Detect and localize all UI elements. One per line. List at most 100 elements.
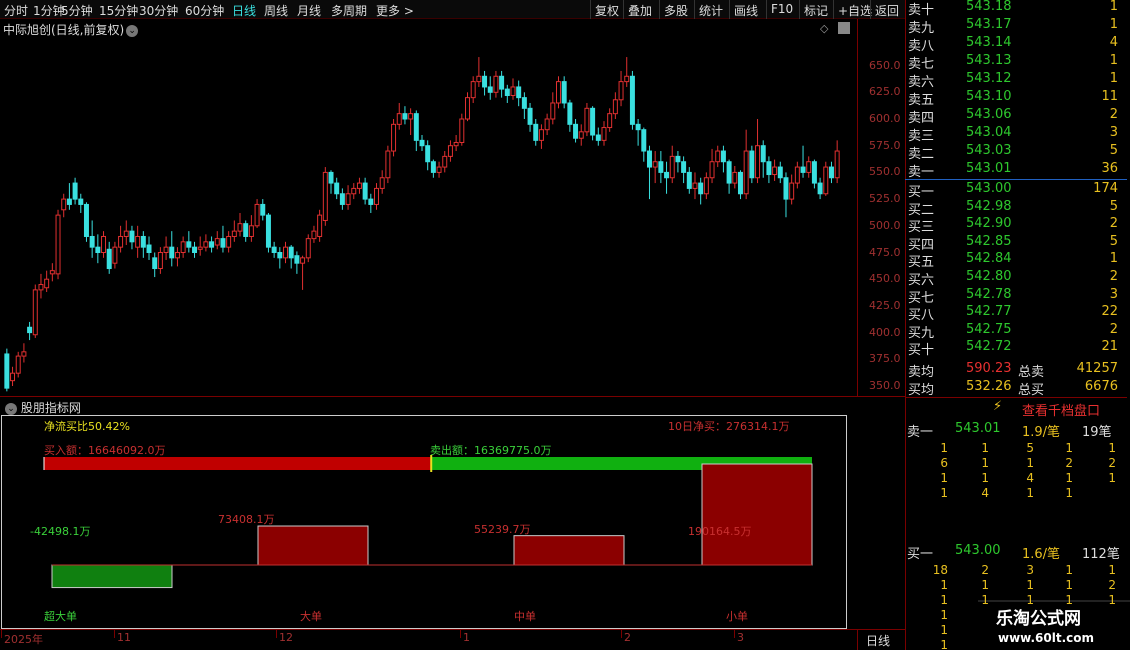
candle-body[interactable] xyxy=(174,252,180,259)
candle-body[interactable] xyxy=(789,182,795,200)
candle-body[interactable] xyxy=(499,75,505,90)
candle-body[interactable] xyxy=(152,257,158,270)
stock-title[interactable]: 中际旭创(日线,前复权) ⌄ xyxy=(3,21,139,38)
candle-body[interactable] xyxy=(118,235,124,248)
candle-body[interactable] xyxy=(305,238,311,259)
candle-body[interactable] xyxy=(379,177,385,189)
candle-body[interactable] xyxy=(465,97,470,120)
ask-row[interactable]: 卖九 543.17 1 xyxy=(908,17,1126,36)
candle-body[interactable] xyxy=(555,81,561,104)
candle-body[interactable] xyxy=(317,214,323,237)
candle-body[interactable] xyxy=(749,150,755,179)
candle-body[interactable] xyxy=(396,113,402,125)
candle-body[interactable] xyxy=(78,198,84,205)
candle-body[interactable] xyxy=(248,225,254,237)
candle-body[interactable] xyxy=(715,150,721,163)
bid-row[interactable]: 买四 542.85 5 xyxy=(908,234,1126,253)
candle-body[interactable] xyxy=(698,182,704,195)
ask-row[interactable]: 卖八 543.14 4 xyxy=(908,35,1126,54)
bid-row[interactable]: 买三 542.90 2 xyxy=(908,216,1126,235)
bid-row[interactable]: 买七 542.78 3 xyxy=(908,287,1126,306)
candle-body[interactable] xyxy=(646,150,652,168)
candle-body[interactable] xyxy=(681,161,687,173)
toolbar-button-6[interactable]: 标记 xyxy=(799,0,832,19)
candle-body[interactable] xyxy=(135,235,141,248)
candle-body[interactable] xyxy=(129,230,135,243)
ask-row[interactable]: 卖七 543.13 1 xyxy=(908,53,1126,72)
candle-body[interactable] xyxy=(83,203,89,237)
candle-body[interactable] xyxy=(21,351,27,357)
candle-body[interactable] xyxy=(755,145,761,179)
candle-body[interactable] xyxy=(612,99,618,115)
candle-body[interactable] xyxy=(601,127,607,141)
candle-body[interactable] xyxy=(675,155,681,163)
candle-body[interactable] xyxy=(533,123,539,141)
candle-body[interactable] xyxy=(328,171,334,184)
candle-body[interactable] xyxy=(106,248,112,270)
candle-body[interactable] xyxy=(214,238,220,246)
candle-body[interactable] xyxy=(112,246,118,264)
candle-body[interactable] xyxy=(794,166,800,184)
candle-body[interactable] xyxy=(772,166,778,176)
candle-body[interactable] xyxy=(635,123,641,131)
candle-body[interactable] xyxy=(760,145,766,163)
candle-body[interactable] xyxy=(254,203,260,227)
ask-row[interactable]: 卖六 543.12 1 xyxy=(908,71,1126,90)
candle-body[interactable] xyxy=(743,150,749,195)
window-toggle-icon[interactable] xyxy=(838,22,850,34)
candle-body[interactable] xyxy=(783,177,789,200)
candle-body[interactable] xyxy=(516,86,522,99)
candle-body[interactable] xyxy=(66,198,72,205)
candle-body[interactable] xyxy=(186,241,192,248)
candle-body[interactable] xyxy=(607,113,613,129)
candle-body[interactable] xyxy=(32,289,38,336)
candle-body[interactable] xyxy=(590,107,596,136)
candle-body[interactable] xyxy=(61,198,67,211)
candle-body[interactable] xyxy=(10,372,16,382)
period-tab-4[interactable]: 30分钟 xyxy=(139,2,178,19)
candle-body[interactable] xyxy=(430,161,436,173)
chevron-down-icon[interactable]: ⌄ xyxy=(126,24,139,37)
candle-body[interactable] xyxy=(629,75,635,125)
candle-body[interactable] xyxy=(732,171,738,184)
candle-body[interactable] xyxy=(146,244,152,254)
candle-body[interactable] xyxy=(55,214,61,275)
candle-body[interactable] xyxy=(618,81,624,101)
ask-row[interactable]: 卖一 543.01 36 xyxy=(908,161,1126,180)
period-tab-8[interactable]: 月线 xyxy=(297,2,321,19)
candle-body[interactable] xyxy=(226,235,232,248)
bid-row[interactable]: 买一 543.00 174 xyxy=(908,181,1126,200)
candle-body[interactable] xyxy=(203,241,209,248)
candle-body[interactable] xyxy=(521,97,527,109)
candle-body[interactable] xyxy=(356,182,362,189)
ask-row[interactable]: 卖三 543.04 3 xyxy=(908,125,1126,144)
candle-body[interactable] xyxy=(595,134,601,141)
candle-body[interactable] xyxy=(726,161,732,184)
candle-body[interactable] xyxy=(584,107,590,133)
candle-body[interactable] xyxy=(89,235,95,248)
candle-body[interactable] xyxy=(15,355,21,374)
candle-body[interactable] xyxy=(220,238,226,248)
candle-body[interactable] xyxy=(828,166,834,179)
candle-body[interactable] xyxy=(237,223,243,232)
candle-body[interactable] xyxy=(157,252,163,270)
candle-body[interactable] xyxy=(49,270,55,275)
ask-row[interactable]: 卖五 543.10 11 xyxy=(908,89,1126,108)
candle-body[interactable] xyxy=(720,150,726,163)
candle-body[interactable] xyxy=(197,246,203,250)
candle-body[interactable] xyxy=(277,252,283,259)
diamond-icon[interactable]: ◇ xyxy=(820,22,828,35)
candle-body[interactable] xyxy=(72,182,78,200)
candle-body[interactable] xyxy=(641,129,647,152)
candle-body[interactable] xyxy=(419,139,425,147)
candle-body[interactable] xyxy=(777,166,783,179)
candle-body[interactable] xyxy=(265,214,271,248)
candle-body[interactable] xyxy=(624,75,630,83)
candle-body[interactable] xyxy=(504,88,510,97)
toolbar-button-5[interactable]: F10 xyxy=(766,0,797,19)
candle-body[interactable] xyxy=(231,230,237,237)
candle-body[interactable] xyxy=(362,182,368,200)
candle-body[interactable] xyxy=(169,246,175,259)
bid-row[interactable]: 买八 542.77 22 xyxy=(908,304,1126,323)
candle-body[interactable] xyxy=(510,86,516,97)
